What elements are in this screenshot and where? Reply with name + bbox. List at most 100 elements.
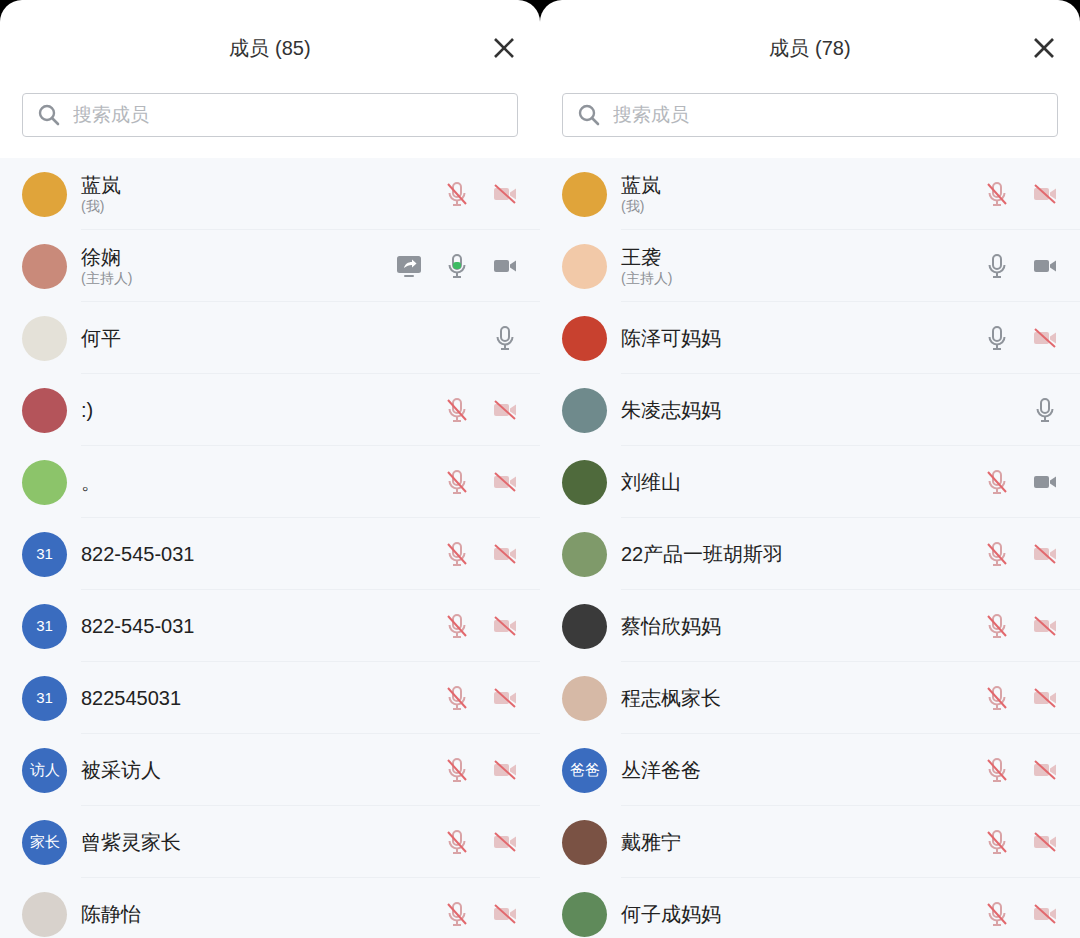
microphone-muted-icon (443, 612, 471, 640)
microphone-muted-icon (443, 540, 471, 568)
member-status (395, 252, 519, 280)
camera-off-icon (491, 180, 519, 208)
member-name: 程志枫家长 (621, 686, 983, 710)
avatar: 31 (22, 532, 67, 577)
avatar-text: 访人 (30, 759, 60, 782)
camera-off-icon (491, 684, 519, 712)
microphone-muted-icon (983, 612, 1011, 640)
member-row[interactable]: 何子成妈妈 (540, 878, 1080, 938)
camera-off-icon (1031, 180, 1059, 208)
member-row[interactable]: :) (0, 374, 540, 446)
avatar: 31 (22, 604, 67, 649)
microphone-muted-icon (983, 540, 1011, 568)
avatar (22, 172, 67, 217)
member-row[interactable]: 家长曾紫灵家长 (0, 806, 540, 878)
member-search[interactable] (562, 93, 1058, 137)
camera-icon (1031, 252, 1059, 280)
member-name: 徐娴 (81, 245, 395, 269)
search-icon (575, 101, 603, 129)
close-icon[interactable] (1030, 34, 1058, 62)
member-row[interactable]: 戴雅宁 (540, 806, 1080, 878)
member-status (443, 828, 519, 856)
microphone-muted-icon (443, 180, 471, 208)
member-status (983, 540, 1059, 568)
member-name: 822-545-031 (81, 614, 443, 638)
member-name: :) (81, 398, 443, 422)
member-row[interactable]: 31 822-545-031 (0, 590, 540, 662)
member-status (1031, 396, 1059, 424)
avatar (22, 892, 67, 937)
panel-header: 成员 (85) (0, 0, 540, 66)
microphone-icon (983, 252, 1011, 280)
member-status (983, 180, 1059, 208)
panel-header: 成员 (78) (540, 0, 1080, 66)
close-button[interactable] (490, 34, 518, 62)
microphone-muted-icon (443, 468, 471, 496)
member-status (443, 900, 519, 928)
member-row[interactable]: 31 822545031 (0, 662, 540, 734)
avatar (562, 388, 607, 433)
member-name: 何子成妈妈 (621, 902, 983, 926)
camera-off-icon (1031, 324, 1059, 352)
member-row[interactable]: 朱凌志妈妈 (540, 374, 1080, 446)
avatar: 31 (22, 676, 67, 721)
member-row[interactable]: 22产品一班胡斯羽 (540, 518, 1080, 590)
avatar (22, 460, 67, 505)
close-button[interactable] (1030, 34, 1058, 62)
member-name: 被采访人 (81, 758, 443, 782)
member-name: 刘维山 (621, 470, 983, 494)
member-status (983, 900, 1059, 928)
member-list: 蓝岚(我)徐娴(主持人)何平:) 。 31 822-545-031 31 822-545-… (0, 158, 540, 938)
member-name: 朱凌志妈妈 (621, 398, 1031, 422)
avatar (562, 892, 607, 937)
close-icon[interactable] (490, 34, 518, 62)
camera-off-icon (1031, 756, 1059, 784)
microphone-muted-icon (443, 756, 471, 784)
member-panel: 成员 (78) 蓝岚(我)王袭(主持人)陈泽可妈妈朱凌志妈妈刘维山 22产品一班胡斯… (540, 0, 1080, 938)
avatar-text: 家长 (30, 831, 60, 854)
microphone-muted-icon (983, 468, 1011, 496)
member-name: 戴雅宁 (621, 830, 983, 854)
member-row[interactable]: 蓝岚(我) (0, 158, 540, 230)
microphone-muted-icon (443, 396, 471, 424)
member-search[interactable] (22, 93, 518, 137)
panel-title: 成员 (78) (769, 30, 850, 66)
member-row[interactable]: 爸爸丛洋爸爸 (540, 734, 1080, 806)
avatar-text: 31 (36, 687, 53, 710)
member-status (443, 396, 519, 424)
member-name: 蓝岚 (81, 173, 443, 197)
avatar (562, 604, 607, 649)
screen-share-icon (395, 252, 423, 280)
avatar (22, 388, 67, 433)
camera-off-icon (1031, 540, 1059, 568)
member-row[interactable]: 蔡怡欣妈妈 (540, 590, 1080, 662)
avatar (562, 316, 607, 361)
member-row[interactable]: 刘维山 (540, 446, 1080, 518)
search-input[interactable] (611, 100, 1045, 131)
search-input[interactable] (71, 100, 505, 131)
microphone-icon (491, 324, 519, 352)
member-row[interactable]: 访人被采访人 (0, 734, 540, 806)
member-row[interactable]: 。 (0, 446, 540, 518)
camera-off-icon (491, 540, 519, 568)
member-row[interactable]: 程志枫家长 (540, 662, 1080, 734)
member-row[interactable]: 何平 (0, 302, 540, 374)
member-row[interactable]: 31 822-545-031 (0, 518, 540, 590)
microphone-muted-icon (443, 684, 471, 712)
avatar-text: 31 (36, 543, 53, 566)
camera-off-icon (1031, 612, 1059, 640)
member-name: 蓝岚 (621, 173, 983, 197)
member-row[interactable]: 陈静怡 (0, 878, 540, 938)
member-row[interactable]: 徐娴(主持人) (0, 230, 540, 302)
member-row[interactable]: 王袭(主持人) (540, 230, 1080, 302)
member-list: 蓝岚(我)王袭(主持人)陈泽可妈妈朱凌志妈妈刘维山 22产品一班胡斯羽蔡怡欣妈妈程… (540, 158, 1080, 938)
avatar: 爸爸 (562, 748, 607, 793)
avatar (562, 676, 607, 721)
member-row[interactable]: 陈泽可妈妈 (540, 302, 1080, 374)
camera-icon (1031, 468, 1059, 496)
member-row[interactable]: 蓝岚(我) (540, 158, 1080, 230)
member-name: 822-545-031 (81, 542, 443, 566)
microphone-muted-icon (983, 180, 1011, 208)
member-name: 822545031 (81, 686, 443, 710)
member-panel: 成员 (85) 蓝岚(我)徐娴(主持人)何平:) 。 31 822-545-031 31 8… (0, 0, 540, 938)
